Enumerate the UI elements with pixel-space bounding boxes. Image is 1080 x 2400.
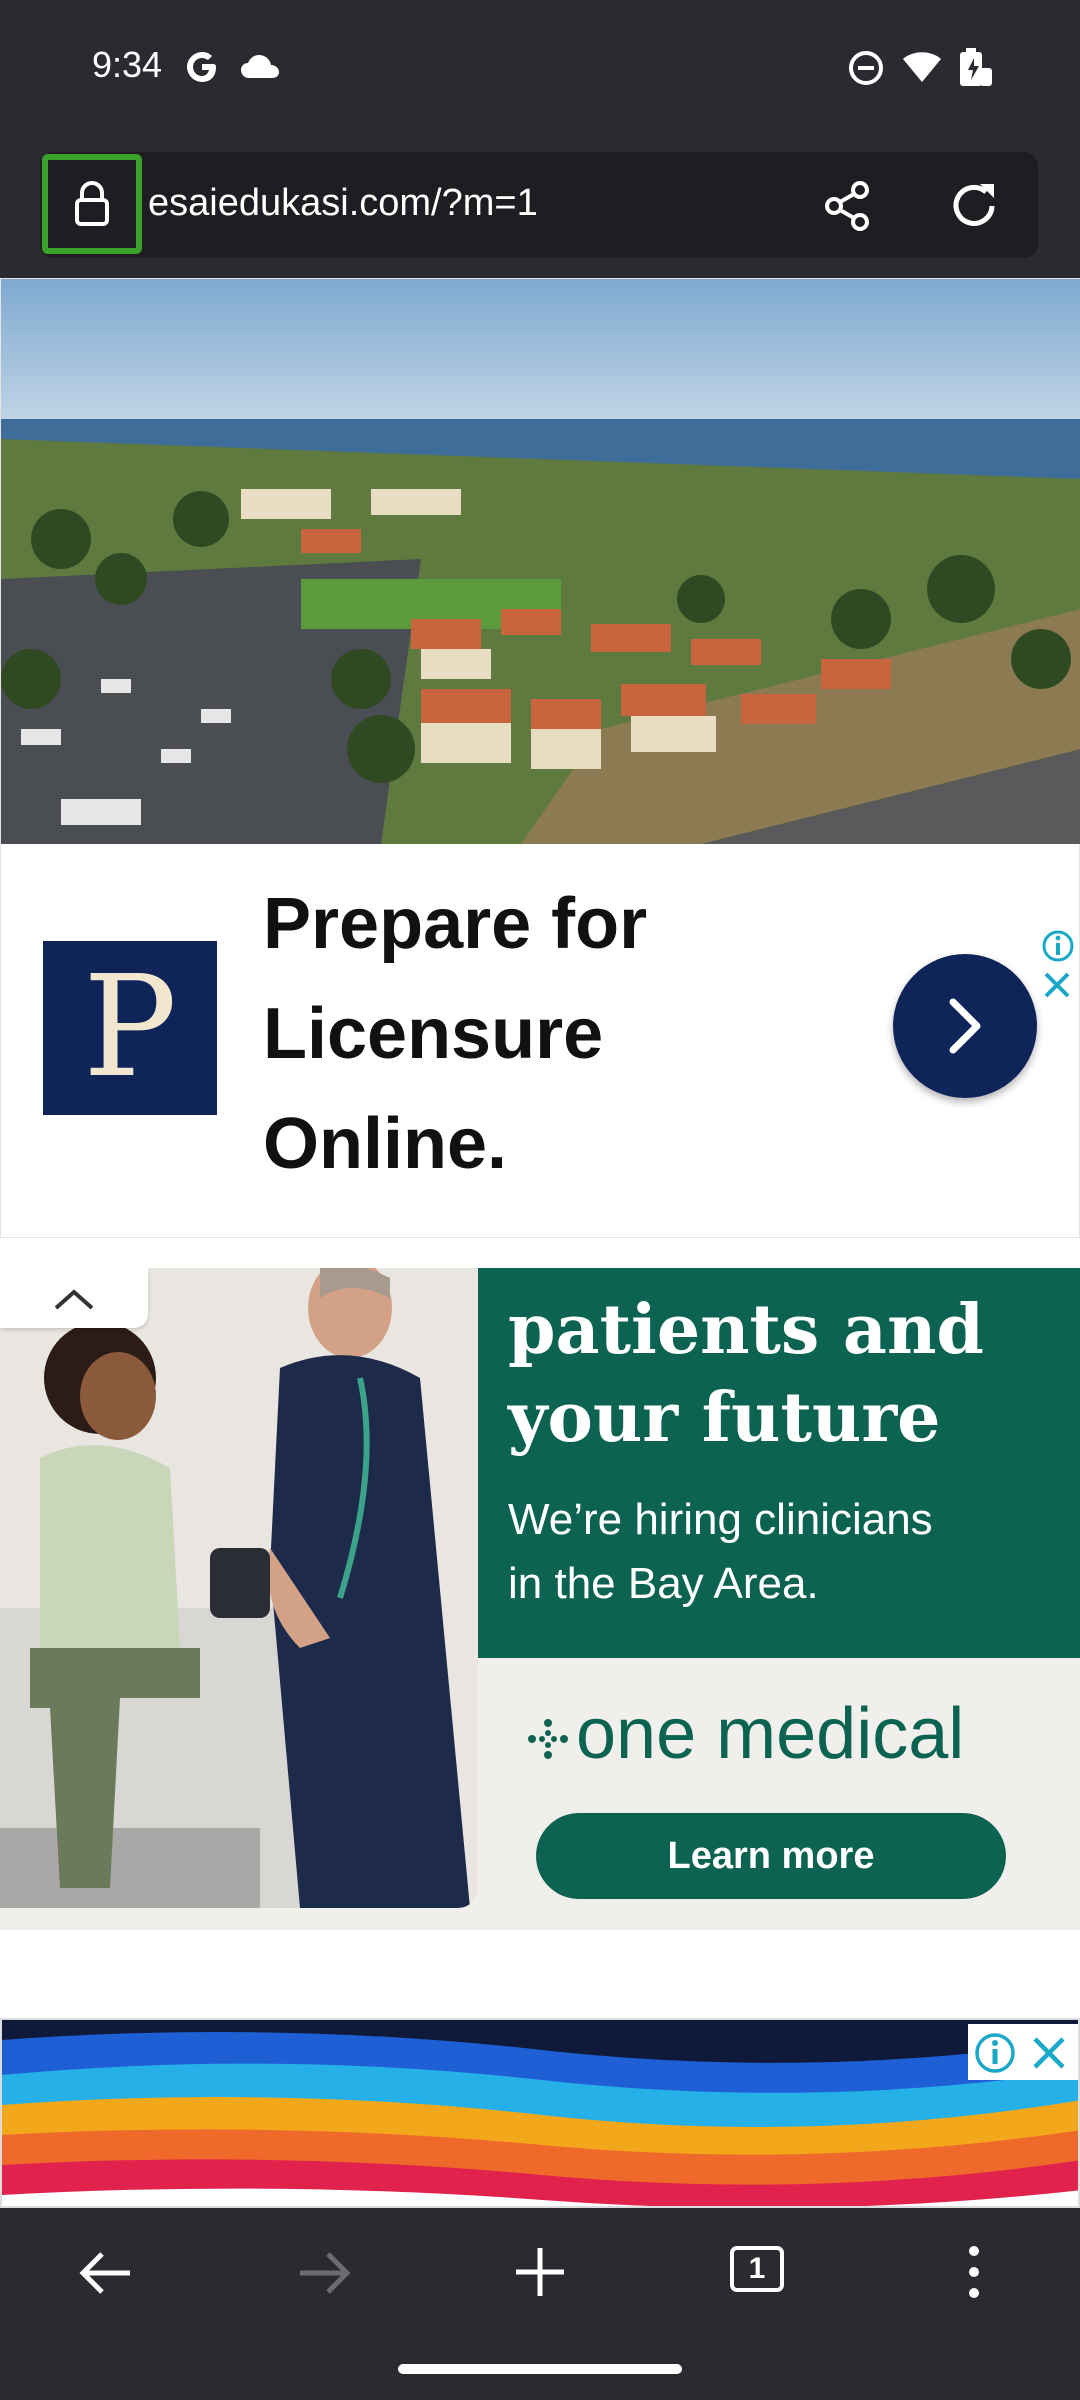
ad-headline-line: Prepare for [263, 884, 648, 964]
ad-headline-line: Online. [263, 1104, 508, 1184]
lock-icon [75, 181, 109, 226]
forward-arrow-icon[interactable] [296, 2250, 352, 2296]
ad-subtext: We’re hiring clinicians in the Bay Area. [508, 1488, 1068, 1616]
google-icon [187, 52, 216, 82]
ad-close-icon[interactable] [1030, 2034, 1068, 2072]
brand-logo: one medical [526, 1693, 964, 1775]
status-time: 9:34 [92, 44, 163, 85]
ad-headline-line: your future [508, 1378, 941, 1458]
ad-logo[interactable]: P [43, 941, 217, 1115]
one-medical-symbol-icon [528, 1718, 568, 1759]
status-bar: 9:34 [0, 0, 1080, 140]
lock-button[interactable] [42, 154, 142, 254]
more-menu-icon[interactable] [964, 2244, 984, 2300]
ad-banner-one-medical[interactable]: patients and your future We’re hiring cl… [0, 1268, 1080, 1930]
ad-open-button[interactable] [893, 954, 1037, 1098]
ad-banner-licensure[interactable]: P Prepare for Licensure Online. [0, 278, 1080, 1238]
collapse-ad-button[interactable] [0, 1268, 148, 1328]
ad-banner-waves[interactable] [0, 2018, 1080, 2208]
ad-subtext-line: We’re hiring clinicians [508, 1495, 933, 1544]
ad-controls [968, 2024, 1078, 2080]
ad-info-icon[interactable] [1041, 929, 1075, 963]
web-content[interactable]: P Prepare for Licensure Online. patients… [0, 278, 1080, 2208]
colorful-waves-graphic [2, 2020, 1078, 2206]
ad-headline: patients and your future [508, 1286, 1068, 1462]
back-arrow-icon[interactable] [78, 2250, 134, 2296]
battery-charging-icon [960, 48, 992, 86]
learn-more-button[interactable]: Learn more [536, 1813, 1006, 1899]
share-icon[interactable] [822, 180, 874, 232]
ad-headline[interactable]: Prepare for Licensure Online. [263, 869, 723, 1199]
clinician-patient-photo [0, 1268, 478, 1908]
cloud-icon [241, 55, 279, 78]
wifi-icon [903, 52, 941, 82]
ad-headline-line: patients and [508, 1290, 984, 1370]
tab-switcher-icon[interactable]: 1 [730, 2246, 784, 2292]
campus-aerial-photo [1, 279, 1080, 844]
brand-name: one medical [576, 1694, 965, 1774]
do-not-disturb-icon [849, 51, 883, 85]
ad-close-icon[interactable] [1041, 969, 1073, 1001]
ad-info-icon[interactable] [974, 2032, 1016, 2074]
url-text[interactable]: esaiedukasi.com/?m=1 [148, 182, 538, 225]
ad-subtext-line: in the Bay Area. [508, 1559, 819, 1608]
chevron-right-icon [949, 998, 981, 1054]
ad-headline-line: Licensure [263, 994, 604, 1074]
home-indicator[interactable] [398, 2364, 682, 2374]
tab-count: 1 [748, 2252, 766, 2285]
reload-icon[interactable] [946, 178, 1002, 234]
ad-logo-letter: P [82, 946, 178, 1109]
chevron-up-icon [54, 1289, 94, 1310]
new-tab-plus-icon[interactable] [514, 2246, 566, 2298]
